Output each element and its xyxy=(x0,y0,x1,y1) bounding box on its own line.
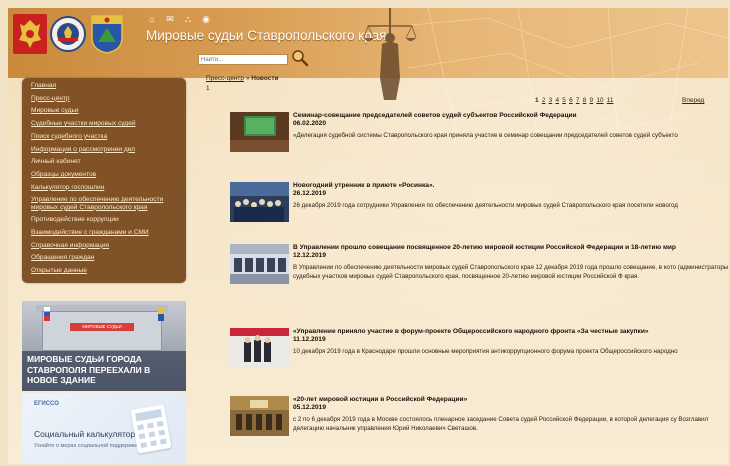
news-title[interactable]: Семинар-совещание председателей советов … xyxy=(293,112,728,120)
news-title[interactable]: «20-лет мировой юстиции в Российской Фед… xyxy=(293,396,728,404)
page-link[interactable]: 5 xyxy=(562,97,566,104)
page-link: 1 xyxy=(535,97,539,104)
page-link[interactable]: 11 xyxy=(607,97,614,104)
breadcrumb-current: Новости xyxy=(251,75,279,82)
page-frame: ⌂ ✉ ⛬ ◉ Мировые судьи Ставропольского кр… xyxy=(8,8,728,464)
building-sign: МИРОВЫЕ СУДЬИ xyxy=(70,323,134,331)
region-flag-icon xyxy=(158,307,164,321)
sidebar-item-press-center[interactable]: Пресс-центр xyxy=(31,93,186,106)
page-number: 1 xyxy=(206,85,210,92)
relocation-banner[interactable]: МИРОВЫЕ СУДЬИ МИРОВЫЕ СУДЬИ ГОРОДА СТАВР… xyxy=(22,301,186,391)
sidebar-item-anti-corruption[interactable]: Противодействие коррупции xyxy=(31,214,186,227)
sidebar-item-fee-calculator[interactable]: Калькулятор госпошлин xyxy=(31,182,186,195)
news-text: с 2 по 6 декабря 2019 года в Москве сост… xyxy=(293,416,709,432)
sidebar-item-citizens-media[interactable]: Взаимодействие с гражданами и СМИ xyxy=(31,227,186,240)
news-date: 26.12.2019 xyxy=(293,190,327,197)
sidebar-item-home[interactable]: Главная xyxy=(31,80,186,93)
judges-seal-icon[interactable] xyxy=(50,16,86,52)
news-date: 11.12.2019 xyxy=(293,336,326,343)
sidebar-item-document-samples[interactable]: Образцы документов xyxy=(31,169,186,182)
building-image xyxy=(42,311,162,351)
calculator-title: Социальный калькулятор xyxy=(34,429,136,439)
sidebar-item-judges[interactable]: Мировые судьи xyxy=(31,105,186,118)
sidebar-item-court-districts[interactable]: Судебные участки мировых судей xyxy=(31,118,186,131)
breadcrumb: Пресс-центр » Новости xyxy=(206,75,279,82)
page-link[interactable]: 8 xyxy=(583,97,587,104)
sidebar-item-citizen-appeals[interactable]: Обращения граждан xyxy=(31,252,186,265)
news-date: 06.02.2020 xyxy=(293,120,327,127)
home-icon[interactable]: ⌂ xyxy=(146,14,158,24)
search-input[interactable] xyxy=(198,54,288,65)
next-page-link[interactable]: Вперед xyxy=(682,97,704,104)
news-date: 05.12.2019 xyxy=(293,404,327,411)
egisso-logo: ЕГИССО xyxy=(34,401,59,407)
news-text: 26 декабря 2019 года сотрудники Управлен… xyxy=(293,202,678,209)
sidebar-item-case-info[interactable]: Информация о рассмотрении дел xyxy=(31,144,186,157)
news-thumbnail[interactable] xyxy=(230,244,289,284)
news-thumbnail[interactable] xyxy=(230,396,289,436)
sidebar-menu: Главная Пресс-центр Мировые судьи Судебн… xyxy=(22,78,186,283)
news-text: «Делегация судебной системы Ставропольск… xyxy=(293,132,678,139)
sidebar-item-district-search[interactable]: Поиск судебного участка xyxy=(31,131,186,144)
mail-icon[interactable]: ✉ xyxy=(164,14,176,24)
page-link[interactable]: 3 xyxy=(549,97,553,104)
search-icon[interactable] xyxy=(291,49,309,67)
news-thumbnail[interactable] xyxy=(230,328,289,368)
news-title[interactable]: Новогодний утренник в приюте «Росинка». xyxy=(293,182,728,190)
news-thumbnail[interactable] xyxy=(230,112,289,152)
news-title[interactable]: В Управлении прошло совещание посвященно… xyxy=(293,244,728,252)
site-header: ⌂ ✉ ⛬ ◉ Мировые судьи Ставропольского кр… xyxy=(8,8,728,138)
page-link[interactable]: 10 xyxy=(596,97,603,104)
pagination: 1 2 3 4 5 6 7 8 9 10 11 xyxy=(535,97,613,104)
eye-icon[interactable]: ◉ xyxy=(200,14,212,24)
sidebar-item-open-data[interactable]: Открытые данные xyxy=(31,265,186,278)
social-calculator-banner[interactable]: ЕГИССО Социальный калькулятор Узнайте о … xyxy=(22,393,186,464)
calculator-icon xyxy=(130,404,172,454)
sidebar-item-reference-info[interactable]: Справочная информация xyxy=(31,240,186,253)
breadcrumb-separator: » xyxy=(245,75,250,82)
russia-coat-of-arms-icon xyxy=(13,14,47,54)
themis-statue-icon xyxy=(363,8,417,100)
header-toolbar: ⌂ ✉ ⛬ ◉ xyxy=(146,14,212,24)
page-link[interactable]: 6 xyxy=(569,97,573,104)
site-title[interactable]: Мировые судьи Ставропольского края xyxy=(146,28,387,43)
page-link[interactable]: 4 xyxy=(555,97,559,104)
sitemap-icon[interactable]: ⛬ xyxy=(182,14,194,24)
page-link[interactable]: 2 xyxy=(542,97,546,104)
russia-flag-icon xyxy=(44,307,50,321)
stavropol-coat-of-arms-icon xyxy=(91,15,123,54)
news-title[interactable]: «Управление приняло участие в форум-прое… xyxy=(293,328,728,336)
news-thumbnail[interactable] xyxy=(230,182,289,222)
news-text: 10 декабря 2019 года в Краснодаре прошли… xyxy=(293,348,678,355)
calculator-subtitle: Узнайте о мерах социальной поддержки xyxy=(34,443,138,449)
relocation-caption: МИРОВЫЕ СУДЬИ ГОРОДА СТАВРОПОЛЯ ПЕРЕЕХАЛ… xyxy=(22,351,186,391)
sidebar-item-personal-account[interactable]: Личный кабинет xyxy=(31,156,186,169)
page-link[interactable]: 7 xyxy=(576,97,580,104)
news-date: 12.12.2019 xyxy=(293,252,327,259)
page-link[interactable]: 9 xyxy=(590,97,594,104)
breadcrumb-press-center[interactable]: Пресс-центр xyxy=(206,75,244,82)
news-text: В Управлении по обеспечению деятельности… xyxy=(293,264,728,280)
sidebar-item-administration[interactable]: Управление по обеспечению деятельности м… xyxy=(31,194,183,214)
